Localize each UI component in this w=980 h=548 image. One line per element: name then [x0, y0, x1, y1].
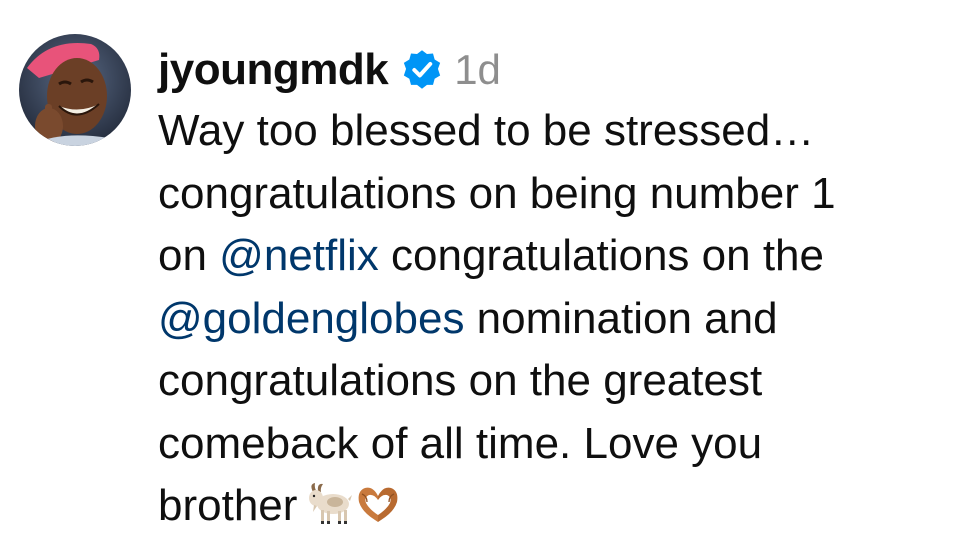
- verified-badge-icon: [400, 48, 444, 92]
- comment: jyoungmdk 1d Way too blessed to be stres…: [0, 0, 980, 548]
- comment-line: @goldenglobes nomination and: [158, 288, 973, 351]
- mention-netflix-link[interactable]: @netflix: [219, 231, 379, 280]
- mention-goldenglobes-link[interactable]: @goldenglobes: [158, 294, 464, 343]
- timestamp-link[interactable]: 1d: [454, 46, 501, 94]
- comment-line: congratulations on being number 1: [158, 168, 836, 218]
- comment-line: congratulations on the greatest: [158, 356, 763, 405]
- comment-text: brother: [158, 481, 298, 530]
- avatar[interactable]: [19, 34, 131, 146]
- comment-body: Way too blessed to be stressed… congratu…: [158, 100, 973, 544]
- comment-line: Way too blessed to be stressed…: [158, 106, 815, 155]
- comment-text: nomination and: [464, 293, 778, 343]
- goat-emoji-icon: [305, 481, 353, 544]
- username-link[interactable]: jyoungmdk: [158, 45, 389, 95]
- comment-text: on: [158, 231, 220, 280]
- comment-line: comeback of all time. Love you: [158, 418, 763, 468]
- comment-line: on @netflix congratulations on the: [158, 225, 973, 288]
- heart-hands-emoji-icon: [355, 481, 401, 544]
- comment-line: brother: [158, 475, 973, 544]
- comment-header: jyoungmdk 1d: [158, 38, 501, 102]
- avatar-photo: [19, 34, 131, 146]
- comment-text: congratulations on the: [378, 231, 824, 280]
